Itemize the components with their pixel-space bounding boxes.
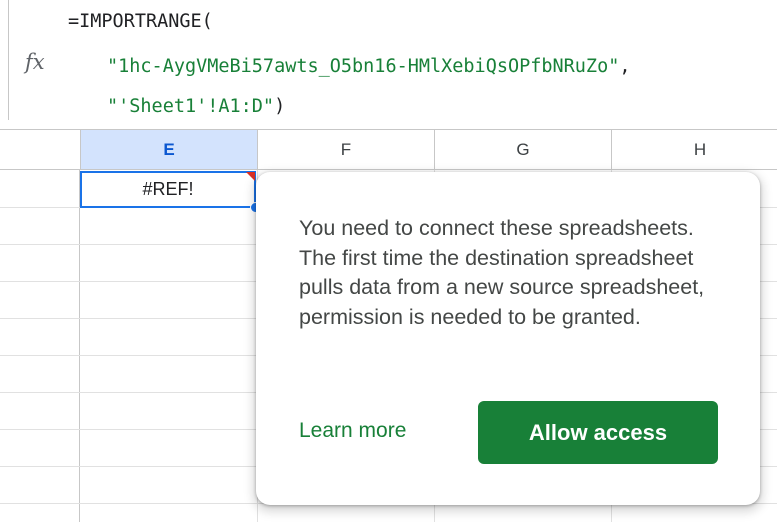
column-header-row: E F G H <box>0 129 777 170</box>
formula-range: "'Sheet1'!A1:D" <box>107 96 275 117</box>
formula-comma: , <box>619 56 631 77</box>
column-header-g[interactable]: G <box>434 130 611 169</box>
column-header-h[interactable]: H <box>611 130 777 169</box>
learn-more-link[interactable]: Learn more <box>299 419 406 443</box>
column-header-f[interactable]: F <box>257 130 434 169</box>
formula-line-3[interactable]: "'Sheet1'!A1:D") <box>107 95 285 119</box>
column-header-e[interactable]: E <box>80 130 257 169</box>
formula-bar-divider <box>8 0 9 120</box>
formula-close-paren: ) <box>274 96 286 117</box>
connect-spreadsheets-popup: You need to connect these spreadsheets. … <box>256 172 760 505</box>
allow-access-button[interactable]: Allow access <box>478 401 718 464</box>
popup-message: You need to connect these spreadsheets. … <box>299 216 705 329</box>
active-cell-e1[interactable]: #REF! <box>80 171 256 208</box>
formula-bar[interactable]: fx =IMPORTRANGE( "1hc-AygVMeBi57awts_O5b… <box>0 0 777 129</box>
row-header-gutter <box>0 170 80 522</box>
formula-source-id: "1hc-AygVMeBi57awts_O5bn16-HMlXebiQsOPfb… <box>107 56 620 77</box>
formula-line-2[interactable]: "1hc-AygVMeBi57awts_O5bn16-HMlXebiQsOPfb… <box>107 55 631 79</box>
fx-icon: fx <box>25 50 45 74</box>
formula-line-1[interactable]: =IMPORTRANGE( <box>68 10 213 34</box>
error-indicator-icon <box>246 172 255 181</box>
